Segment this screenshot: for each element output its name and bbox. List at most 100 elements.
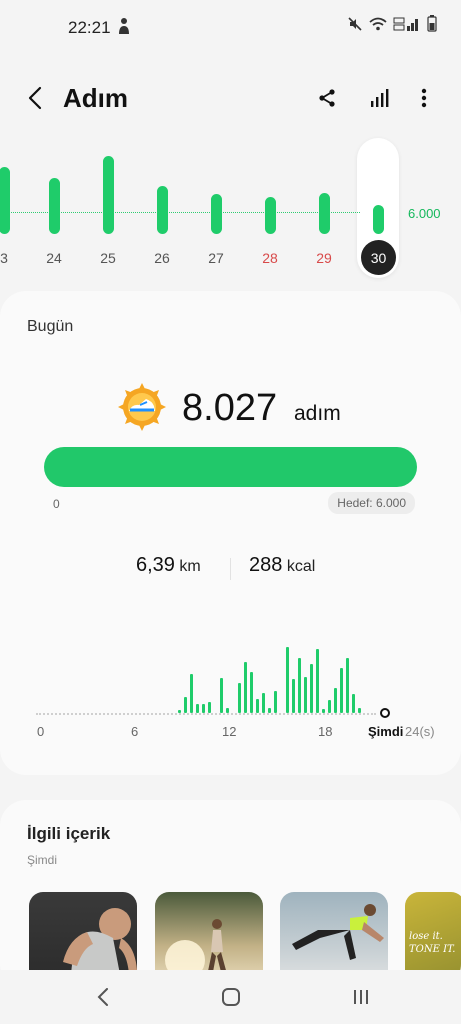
nav-recents-icon [354,990,368,1004]
hour-tick: 6 [131,724,139,739]
hourly-bar [358,708,361,713]
hourly-steps-chart: 0 6 12 18 Şimdi 24(s) [0,621,461,741]
day-label: 24 [46,250,62,266]
shoe-badge-icon [118,383,166,431]
hour-tick: 12 [222,724,237,739]
back-button[interactable] [20,82,50,114]
bar-chart-icon [371,89,389,107]
related-title: İlgili içerik [27,824,111,843]
hourly-bar [226,708,229,713]
progress-start-label: 0 [53,497,60,511]
status-icons [347,15,437,32]
trends-button[interactable] [364,82,396,114]
day-column[interactable]: 24 [34,130,74,270]
notification-person-icon [119,18,129,34]
status-time: 22:21 [68,18,111,37]
wifi-icon [369,17,387,30]
goal-chip[interactable]: Hedef: 6.000 [328,492,415,514]
share-button[interactable] [311,82,343,114]
nav-home-icon [222,988,240,1006]
hourly-bar [184,697,187,713]
related-content-card: İlgili içerik Şimdi lose it. TONE IT. [0,800,461,990]
hourly-bar [274,691,277,713]
hourly-bar [346,658,349,713]
day-column[interactable]: 26 [142,130,182,270]
day-label: 26 [154,250,170,266]
distance-unit: km [179,558,201,575]
page-title: Adım [63,83,128,113]
stats-divider [230,558,231,580]
system-nav-bar [0,970,461,1024]
mute-icon [348,16,362,31]
lte-signal-icon [393,17,418,31]
steps-unit: adım [294,402,341,425]
hourly-bar [202,704,205,713]
hourly-bar [292,679,295,713]
hour-tick: 0 [37,724,45,739]
day-bar [265,197,276,234]
day-column[interactable]: 3 [0,130,24,270]
hourly-bar [250,672,253,713]
app-header: Adım [0,70,461,126]
steps-count: 8.027 [182,387,278,429]
goal-label: 6.000 [408,206,441,221]
hourly-bar [322,709,325,713]
steps-progress-bar [44,447,417,487]
day-column[interactable]: 27 [196,130,236,270]
selected-day-label[interactable]: 30 [361,240,396,275]
distance-stat: 6,39 km [136,554,201,577]
related-subtitle: Şimdi [27,853,58,867]
today-heading: Bugün [27,318,74,335]
hourly-bar [334,688,337,713]
nav-home-button[interactable] [216,982,246,1012]
hourly-bar [196,704,199,713]
end-hour-label: 24(s) [405,724,435,739]
hourly-bar [268,708,271,713]
day-bar [157,186,168,234]
more-vertical-icon [421,88,427,108]
hourly-bar [310,664,313,713]
hourly-bar [304,677,307,713]
day-label: 27 [208,250,224,266]
hourly-bar [298,658,301,713]
hourly-bar [220,678,223,713]
now-label: Şimdi [368,724,404,739]
now-marker [380,708,390,718]
day-column[interactable]: 29 [304,130,344,270]
hourly-bar [256,699,259,713]
day-label: 29 [316,250,332,266]
day-bar [103,156,114,234]
calories-stat: 288 kcal [249,554,315,577]
nav-back-button[interactable] [88,982,118,1012]
day-bar [0,167,10,234]
hourly-baseline [36,713,376,715]
hourly-bar [286,647,289,713]
hourly-bar [190,674,193,713]
battery-icon [427,15,437,32]
nav-recents-button[interactable] [346,982,376,1012]
day-bar [211,194,222,234]
calories-value: 288 [249,554,283,576]
more-options-button[interactable] [408,82,440,114]
hourly-bar [208,702,211,713]
day-label: 3 [0,250,8,266]
hourly-bar [340,668,343,713]
hour-tick: 18 [318,724,333,739]
hourly-bar [178,710,181,713]
hourly-bar [238,683,241,713]
share-icon [319,89,335,107]
weekly-steps-chart: 6.000 30 3 24 25 26 27 28 29 [0,130,461,290]
day-bar [49,178,60,234]
nav-back-icon [97,988,108,1006]
activity-stats: 6,39 km 288 kcal [0,554,461,584]
day-bar-selected [373,205,384,234]
hourly-bar [262,693,265,713]
hourly-bar [352,694,355,713]
hourly-bar [316,649,319,713]
thumb-caption: lose it. TONE IT. [409,931,456,955]
day-column[interactable]: 28 [250,130,290,270]
status-bar: 22:21 [0,0,461,56]
calories-unit: kcal [286,558,316,575]
day-column[interactable]: 25 [88,130,128,270]
day-bar [319,193,330,234]
